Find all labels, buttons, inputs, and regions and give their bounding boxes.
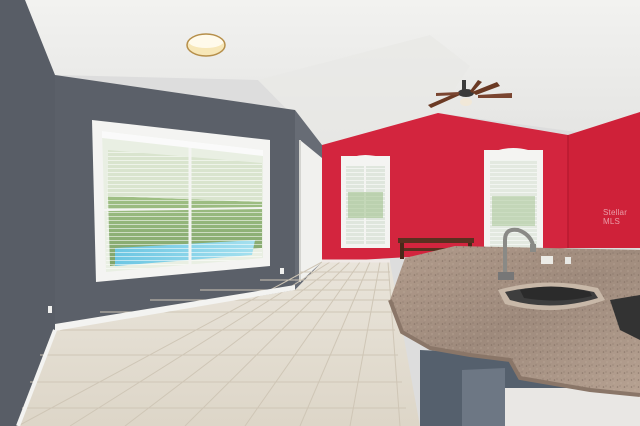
soap-dispenser <box>565 257 571 264</box>
wall-outlet-left <box>48 306 52 313</box>
room-photo <box>0 0 640 426</box>
patio-window <box>92 120 270 282</box>
arched-window-center <box>341 155 390 248</box>
wall-outlet <box>280 268 284 274</box>
arched-window-right <box>484 148 543 255</box>
watermark-text: Stellar MLS <box>603 208 628 226</box>
red-wall-right <box>568 112 640 248</box>
ceiling-light <box>186 33 226 57</box>
hallway-door <box>300 140 322 282</box>
island-side <box>462 368 505 426</box>
listing-photo: Stellar MLS <box>0 0 640 426</box>
